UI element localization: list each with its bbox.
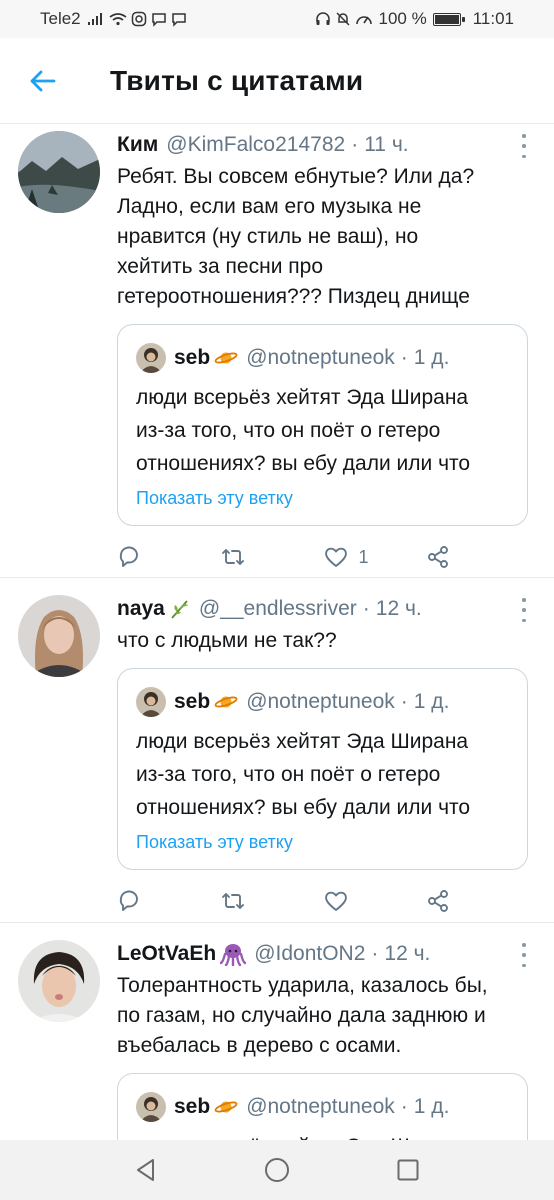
heart-icon (324, 891, 347, 911)
quoted-text: люди всерьёз хейтят Эда Ширана (136, 1130, 509, 1140)
username[interactable]: @KimFalco214782 (166, 133, 345, 157)
tweet-header: naya @__endlessriver · 12 ч. (117, 592, 528, 626)
timestamp[interactable]: 12 ч. (384, 942, 430, 966)
signal-icon (87, 13, 102, 25)
status-bar: Tele2 100 % 11:01 (0, 0, 554, 38)
username[interactable]: @IdontON2 (254, 942, 365, 966)
page-title: Твиты с цитатами (110, 64, 364, 96)
headphones-icon (315, 12, 330, 25)
nav-home-button[interactable] (257, 1150, 297, 1190)
tweet-header: LeOtVaEh @IdontON2 · 12 ч. (117, 937, 528, 971)
back-triangle-icon (136, 1159, 154, 1181)
quoted-username: @notneptuneok (246, 346, 395, 369)
avatar[interactable] (18, 131, 100, 213)
planet-emoji-icon (214, 693, 238, 711)
nav-recents-button[interactable] (388, 1150, 428, 1190)
retweet-button[interactable] (220, 888, 323, 914)
quoted-tweet-card[interactable]: seb @notneptuneok · 1 д. люди всерьёз хе… (117, 324, 528, 526)
recents-square-icon (397, 1159, 419, 1181)
instagram-icon (131, 11, 146, 27)
like-count: 1 (358, 546, 369, 567)
avatar[interactable] (18, 595, 100, 677)
quoted-display-name: seb (174, 690, 211, 713)
quoted-tweet-card[interactable]: seb @notneptuneok · 1 д. люди всерьёз хе… (117, 1073, 528, 1140)
nav-back-button[interactable] (126, 1150, 166, 1190)
share-button[interactable] (425, 888, 528, 914)
message-icon (171, 13, 186, 27)
tweet-header: Ким @KimFalco214782 · 11 ч. (117, 128, 528, 162)
like-button[interactable] (323, 888, 426, 914)
quoted-avatar (136, 1092, 166, 1122)
show-thread-link[interactable]: Показать эту ветку (136, 488, 293, 509)
retweet-button[interactable] (220, 544, 323, 570)
separator: · (400, 690, 408, 713)
quoted-timestamp: 1 д. (413, 690, 450, 713)
reply-button[interactable] (117, 888, 220, 914)
quoted-display-name: seb (174, 1095, 211, 1118)
more-options-button[interactable] (518, 598, 530, 622)
arrow-left-icon (30, 70, 56, 91)
speed-icon (355, 16, 372, 25)
more-options-button[interactable] (518, 943, 530, 967)
tweet[interactable]: naya @__endlessriver · 12 ч. что с людьм… (0, 578, 554, 923)
battery-percent: 100 % (378, 9, 427, 28)
separator: · (400, 346, 408, 369)
quoted-text: люди всерьёз хейтят Эда Ширана из-за тог… (136, 386, 471, 475)
reply-button[interactable] (117, 544, 220, 570)
reply-icon (119, 890, 138, 911)
system-navigation-bar (0, 1140, 554, 1200)
display-name[interactable]: Ким (117, 133, 158, 157)
tweet-text: что с людьми не так?? (117, 629, 337, 652)
tweet-text: Ребят. Вы совсем ебнутые? Или да? Ладно,… (117, 165, 475, 308)
username[interactable]: @__endlessriver (199, 597, 357, 621)
quoted-display-name: seb (174, 346, 211, 369)
timestamp[interactable]: 12 ч. (376, 597, 422, 621)
separator: · (400, 1095, 408, 1118)
home-circle-icon (264, 1158, 289, 1182)
show-thread-link[interactable]: Показать эту ветку (136, 832, 293, 853)
wifi-icon (109, 13, 127, 26)
retweet-icon (221, 549, 244, 565)
display-name[interactable]: naya (117, 597, 165, 621)
separator: · (362, 597, 370, 620)
share-button[interactable] (425, 544, 528, 570)
tweet[interactable]: LeOtVaEh @IdontON2 · 12 ч. Толерантность… (0, 923, 554, 1140)
quoted-avatar (136, 687, 166, 717)
share-icon (428, 890, 449, 912)
message-icon (151, 13, 166, 27)
quoted-avatar (136, 343, 166, 373)
display-name[interactable]: LeOtVaEh (117, 942, 216, 966)
mute-icon (335, 12, 350, 26)
battery-icon (432, 12, 465, 26)
share-icon (428, 546, 449, 568)
quoted-timestamp: 1 д. (413, 346, 450, 369)
retweet-icon (221, 893, 244, 909)
tweet-text: Толерантность ударила, казалось бы, по г… (117, 974, 488, 1057)
header: Твиты с цитатами (0, 38, 554, 124)
planet-emoji-icon (214, 1098, 238, 1116)
heart-icon (324, 547, 347, 567)
back-button[interactable] (8, 51, 78, 111)
quoted-username: @notneptuneok (246, 1095, 395, 1118)
quoted-timestamp: 1 д. (413, 1095, 450, 1118)
tweet[interactable]: Ким @KimFalco214782 · 11 ч. Ребят. Вы со… (0, 124, 554, 578)
planet-emoji-icon (214, 349, 238, 367)
quoted-text: люди всерьёз хейтят Эда Ширана из-за тог… (136, 730, 471, 819)
clock: 11:01 (472, 9, 514, 28)
separator: · (371, 942, 379, 965)
octopus-emoji-icon (220, 942, 247, 966)
herb-emoji-icon (169, 598, 191, 620)
like-button[interactable]: 1 (323, 544, 426, 570)
quote-tweets-feed[interactable]: Ким @KimFalco214782 · 11 ч. Ребят. Вы со… (0, 124, 554, 1140)
carrier-label: Tele2 (40, 9, 81, 28)
avatar[interactable] (18, 940, 100, 1022)
reply-icon (119, 546, 138, 567)
separator: · (351, 133, 359, 156)
quoted-username: @notneptuneok (246, 690, 395, 713)
timestamp[interactable]: 11 ч. (364, 133, 408, 157)
quoted-tweet-card[interactable]: seb @notneptuneok · 1 д. люди всерьёз хе… (117, 668, 528, 870)
more-options-button[interactable] (518, 134, 530, 158)
